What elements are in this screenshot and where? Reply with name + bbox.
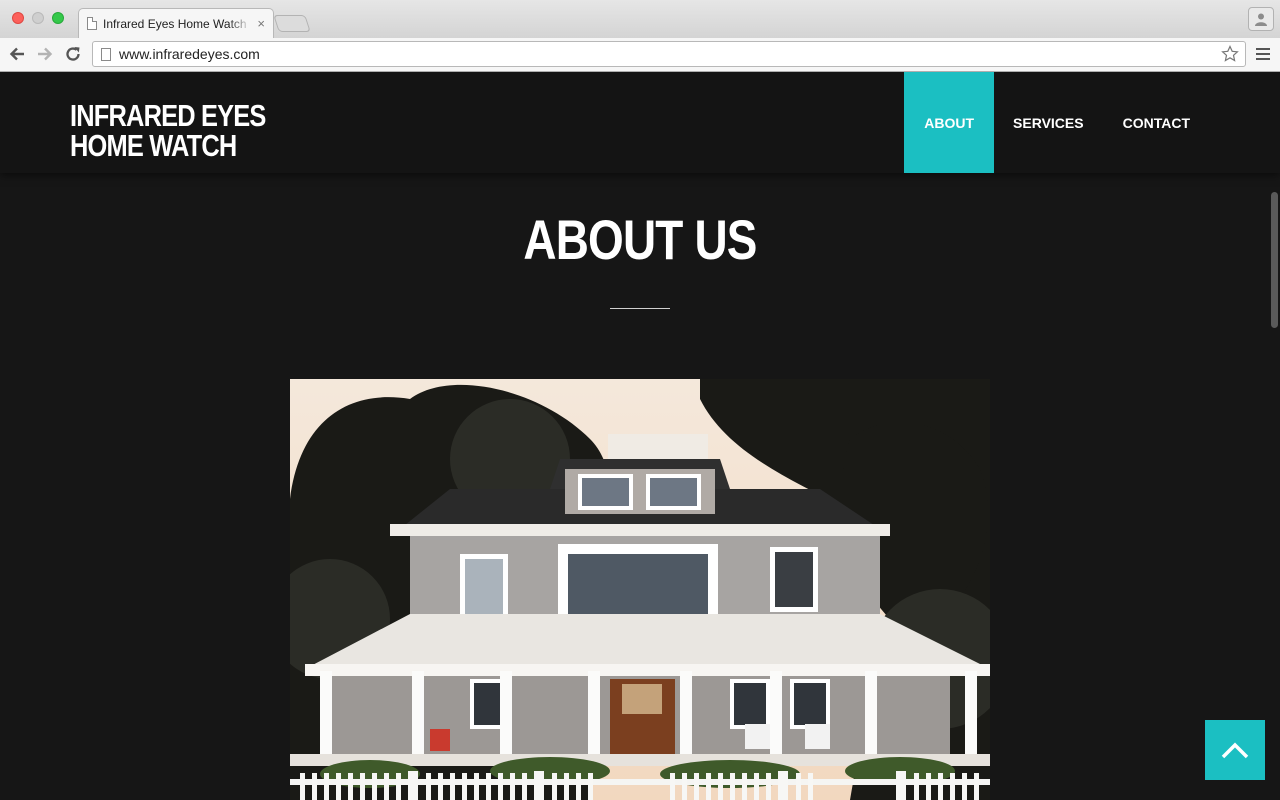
new-tab-button[interactable] [273, 15, 311, 32]
arrow-right-icon [38, 47, 53, 61]
back-to-top-button[interactable] [1205, 720, 1265, 780]
page-title: ABOUT US [523, 208, 757, 271]
reload-button[interactable] [62, 43, 84, 65]
main-nav: ABOUT SERVICES CONTACT [904, 72, 1210, 173]
logo-line-1: INFRARED EYES [70, 98, 266, 133]
nav-services[interactable]: SERVICES [994, 72, 1103, 173]
reload-icon [66, 47, 80, 61]
profile-button[interactable] [1248, 7, 1274, 31]
tab-title: Infrared Eyes Home Watch [103, 16, 247, 31]
back-button[interactable] [6, 43, 28, 65]
site-header: INFRARED EYES HOME WATCH ABOUT SERVICES … [0, 72, 1280, 173]
zoom-window-button[interactable] [52, 12, 64, 24]
house-photo [290, 379, 990, 800]
tab-close-icon[interactable]: × [257, 16, 265, 31]
browser-titlebar: Infrared Eyes Home Watch × [0, 0, 1280, 38]
title-divider [610, 308, 670, 309]
chevron-up-icon [1221, 742, 1249, 759]
browser-tab[interactable]: Infrared Eyes Home Watch × [78, 8, 274, 38]
close-window-button[interactable] [12, 12, 24, 24]
page-icon [87, 17, 97, 30]
url-text[interactable]: www.infraredeyes.com [119, 46, 1219, 62]
arrow-left-icon [9, 47, 24, 61]
page-icon [101, 47, 111, 61]
browser-toolbar: www.infraredeyes.com [0, 38, 1280, 72]
site-logo[interactable]: INFRARED EYES HOME WATCH [70, 98, 266, 163]
menu-icon[interactable] [1256, 47, 1270, 61]
forward-button[interactable] [34, 43, 56, 65]
nav-contact[interactable]: CONTACT [1103, 72, 1210, 173]
web-page: INFRARED EYES HOME WATCH ABOUT SERVICES … [0, 72, 1280, 800]
minimize-window-button[interactable] [32, 12, 44, 24]
scrollbar-thumb[interactable] [1271, 192, 1278, 328]
person-icon [1255, 13, 1267, 26]
nav-about[interactable]: ABOUT [904, 72, 995, 173]
address-bar[interactable]: www.infraredeyes.com [92, 41, 1246, 67]
bookmark-star-icon[interactable] [1219, 43, 1241, 65]
logo-line-2: HOME WATCH [70, 128, 237, 163]
